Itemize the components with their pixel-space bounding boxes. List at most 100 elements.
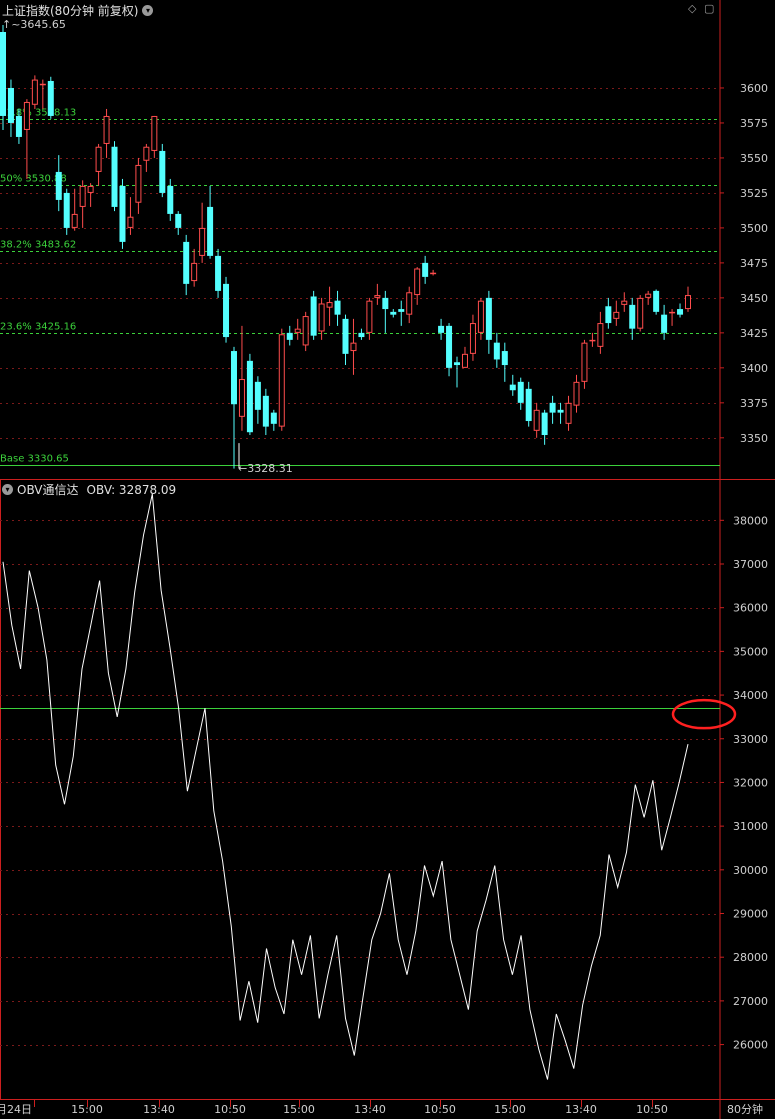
candle-body-up bbox=[143, 146, 150, 161]
candle-body-down bbox=[342, 318, 349, 354]
candle-body-down bbox=[310, 296, 317, 336]
candle-body-down bbox=[653, 290, 660, 312]
candle-body-down bbox=[334, 300, 341, 315]
candle-body-down bbox=[119, 185, 126, 242]
candle-body-down bbox=[286, 332, 293, 340]
candle-body-down bbox=[358, 332, 365, 338]
candle-body-up bbox=[39, 83, 46, 86]
candle-body-down bbox=[398, 309, 405, 312]
candle-body-down bbox=[485, 297, 492, 340]
candle-body-up bbox=[87, 185, 94, 193]
candle-body-down bbox=[525, 388, 532, 422]
candle-body-down bbox=[629, 304, 636, 329]
price-tick-label: 3400 bbox=[740, 362, 768, 375]
obv-tick-label: 29000 bbox=[733, 908, 768, 921]
candle-body-down bbox=[438, 325, 445, 333]
candle-body-up bbox=[469, 323, 476, 354]
candle-body-down bbox=[557, 409, 564, 413]
candle-body-up bbox=[350, 342, 357, 352]
candle-body-up bbox=[127, 216, 134, 228]
candle-body-up bbox=[645, 293, 652, 298]
obv-line bbox=[2, 493, 689, 1080]
obv-tick-label: 35000 bbox=[733, 645, 768, 658]
candle-body-down bbox=[446, 325, 453, 368]
fib-label: 23.6% 3425.16 bbox=[0, 322, 76, 333]
obv-tick-label: 36000 bbox=[733, 602, 768, 615]
candle-body-down bbox=[175, 213, 182, 228]
candle-body-up bbox=[135, 164, 142, 203]
obv-tick-label: 32000 bbox=[733, 776, 768, 789]
time-tick-label: 15:00 bbox=[71, 1103, 103, 1116]
gridlines bbox=[0, 88, 720, 1046]
candle-body-down bbox=[223, 283, 230, 338]
candle-body-up bbox=[31, 79, 38, 105]
candle-body-down bbox=[605, 306, 612, 324]
price-tick-label: 3500 bbox=[740, 222, 768, 235]
time-tick-label: 13:40 bbox=[565, 1103, 597, 1116]
price-annotations: ←3328.31 bbox=[238, 443, 293, 475]
candle-body-up bbox=[374, 295, 381, 298]
candle-body-down bbox=[246, 360, 253, 433]
price-tick-label: 3350 bbox=[740, 432, 768, 445]
candle-body-up bbox=[414, 268, 421, 296]
time-tick-label: 13:40 bbox=[354, 1103, 386, 1116]
candle-body-down bbox=[111, 146, 118, 207]
candle-body-down bbox=[183, 241, 190, 284]
candle-body-down bbox=[382, 297, 389, 310]
candle-body-up bbox=[71, 213, 78, 228]
candle-body-up bbox=[613, 311, 620, 319]
candle-body-up bbox=[79, 185, 86, 207]
candle-body-up bbox=[581, 342, 588, 382]
price-tick-label: 3525 bbox=[740, 187, 768, 200]
fib-label: 38.2% 3483.62 bbox=[0, 240, 76, 251]
time-tick-label: 15:00 bbox=[494, 1103, 526, 1116]
candle-body-up bbox=[199, 227, 206, 256]
candle-body-down bbox=[390, 311, 397, 315]
low-price-label: ←3328.31 bbox=[238, 462, 293, 475]
price-tick-label: 3550 bbox=[740, 152, 768, 165]
time-axis: 02月24日 15:00 13:40 10:50 15:00 13:40 10:50 15:0… bbox=[0, 1099, 763, 1116]
candle-body-down bbox=[0, 31, 6, 116]
obv-tick-label: 30000 bbox=[733, 864, 768, 877]
time-tick-label: 10:50 bbox=[636, 1103, 668, 1116]
candle-body-up bbox=[565, 402, 572, 424]
candle-body-up bbox=[151, 115, 158, 151]
time-tick-label: 10:50 bbox=[214, 1103, 246, 1116]
obv-axis: 26000 27000 28000 29000 30000 31000 32000 33000… bbox=[720, 514, 768, 1052]
candle-body-down bbox=[63, 192, 70, 228]
candle-body-up bbox=[326, 302, 333, 308]
time-tick-label: 13:40 bbox=[143, 1103, 175, 1116]
candle-body-up bbox=[685, 295, 691, 310]
obv-tick-label: 27000 bbox=[733, 995, 768, 1008]
candle-body-down bbox=[159, 150, 166, 193]
candle-body-down bbox=[47, 80, 54, 116]
time-tick-label: 15:00 bbox=[283, 1103, 315, 1116]
candle-body-down bbox=[167, 185, 174, 214]
candle-body-up bbox=[533, 409, 540, 431]
candle-body-up bbox=[191, 262, 198, 282]
candle-body-up bbox=[430, 272, 437, 275]
fibonacci-levels: 61.8% 3578.1350% 3530.8838.2% 3483.6223.… bbox=[0, 108, 720, 466]
candle-body-down bbox=[549, 402, 556, 413]
price-tick-label: 3375 bbox=[740, 397, 768, 410]
candle-body-up bbox=[573, 381, 580, 406]
candle-body-up bbox=[637, 297, 644, 329]
candle-body-up bbox=[95, 146, 102, 172]
obv-tick-label: 33000 bbox=[733, 733, 768, 746]
obv-panel bbox=[0, 493, 737, 1080]
candle-body-down bbox=[262, 395, 269, 427]
candle-body-down bbox=[517, 381, 524, 403]
candle-body-up bbox=[589, 339, 596, 342]
candle-body-down bbox=[422, 262, 429, 277]
time-tick-label: 10:50 bbox=[424, 1103, 456, 1116]
candle-body-down bbox=[207, 206, 214, 256]
obv-tick-label: 28000 bbox=[733, 951, 768, 964]
highlight-circle bbox=[671, 698, 737, 730]
candle-body-up bbox=[669, 311, 676, 314]
price-tick-label: 3450 bbox=[740, 292, 768, 305]
price-axis: 3350 3375 3400 3425 3450 3475 3500 3525 3550 3575… bbox=[720, 82, 768, 445]
candle-body-up bbox=[23, 101, 30, 130]
candle-body-up bbox=[278, 334, 285, 427]
candle-body-down bbox=[677, 309, 684, 315]
chart-canvas: 61.8% 3578.1350% 3530.8838.2% 3483.6223.… bbox=[0, 0, 775, 1119]
